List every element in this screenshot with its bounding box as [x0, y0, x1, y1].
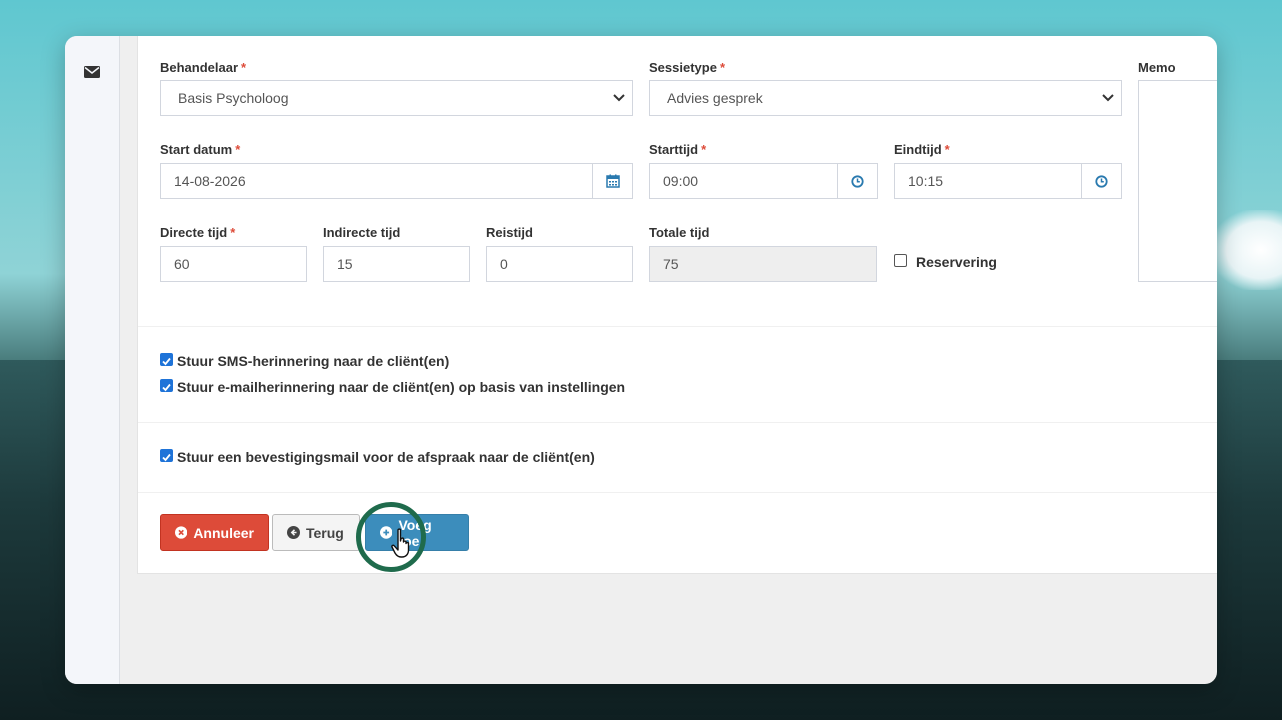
- clock-icon: [851, 174, 864, 188]
- indirecte-tijd-input[interactable]: 15: [323, 246, 470, 282]
- calendar-button[interactable]: [592, 163, 633, 199]
- memo-textarea[interactable]: [1138, 80, 1217, 282]
- clock-icon: [1095, 174, 1108, 188]
- start-datum-label: Start datum *: [160, 142, 241, 157]
- sms-reminder-checkbox[interactable]: [160, 353, 173, 366]
- calendar-icon: [605, 174, 620, 188]
- sms-reminder-label[interactable]: Stuur SMS-herinnering naar de cliënt(en): [177, 353, 449, 369]
- email-reminder-label[interactable]: Stuur e-mailherinnering naar de cliënt(e…: [177, 379, 625, 395]
- starttijd-clock-button[interactable]: [837, 163, 878, 199]
- behandelaar-label: Behandelaar *: [160, 60, 247, 75]
- confirmation-mail-label[interactable]: Stuur een bevestigingsmail voor de afspr…: [177, 449, 595, 465]
- directe-tijd-input[interactable]: 60: [160, 246, 307, 282]
- divider: [138, 492, 1217, 493]
- divider: [138, 422, 1217, 423]
- reistijd-label: Reistijd: [486, 225, 533, 240]
- app-window: Behandelaar * Basis Psycholoog Sessietype…: [65, 36, 1217, 684]
- terug-button[interactable]: Terug: [272, 514, 360, 551]
- times-circle-icon: [175, 526, 188, 539]
- reservering-checkbox[interactable]: [894, 254, 907, 267]
- indirecte-tijd-label: Indirecte tijd: [323, 225, 401, 240]
- annuleer-button[interactable]: Annuleer: [160, 514, 269, 551]
- start-datum-input[interactable]: 14-08-2026: [160, 163, 633, 199]
- eindtijd-label: Eindtijd *: [894, 142, 950, 157]
- checkmark-icon: [162, 383, 171, 392]
- chevron-down-icon: [613, 94, 625, 102]
- totale-tijd-label: Totale tijd: [649, 225, 710, 240]
- sidebar: [65, 36, 120, 684]
- arrow-circle-left-icon: [287, 526, 300, 539]
- confirmation-mail-checkbox[interactable]: [160, 449, 173, 462]
- eindtijd-clock-button[interactable]: [1081, 163, 1122, 199]
- reservering-label[interactable]: Reservering: [916, 254, 997, 270]
- annuleer-label: Annuleer: [193, 524, 254, 541]
- email-reminder-checkbox[interactable]: [160, 379, 173, 392]
- starttijd-input[interactable]: 09:00: [649, 163, 878, 199]
- envelope-icon[interactable]: [84, 65, 100, 83]
- sessietype-select[interactable]: Advies gesprek: [649, 80, 1122, 116]
- chevron-down-icon: [1102, 94, 1114, 102]
- sessietype-label: Sessietype *: [649, 60, 725, 75]
- behandelaar-select[interactable]: Basis Psycholoog: [160, 80, 633, 116]
- hand-cursor-icon: [391, 528, 413, 563]
- appointment-form: Behandelaar * Basis Psycholoog Sessietype…: [137, 36, 1217, 574]
- checkmark-icon: [162, 357, 171, 366]
- eindtijd-input[interactable]: 10:15: [894, 163, 1122, 199]
- totale-tijd-input: 75: [649, 246, 877, 282]
- directe-tijd-label: Directe tijd *: [160, 225, 236, 240]
- divider: [138, 326, 1217, 327]
- background-cloud: [1212, 210, 1282, 290]
- memo-label: Memo: [1138, 60, 1176, 75]
- reistijd-input[interactable]: 0: [486, 246, 633, 282]
- checkmark-icon: [162, 453, 171, 462]
- starttijd-label: Starttijd *: [649, 142, 707, 157]
- terug-label: Terug: [306, 524, 344, 541]
